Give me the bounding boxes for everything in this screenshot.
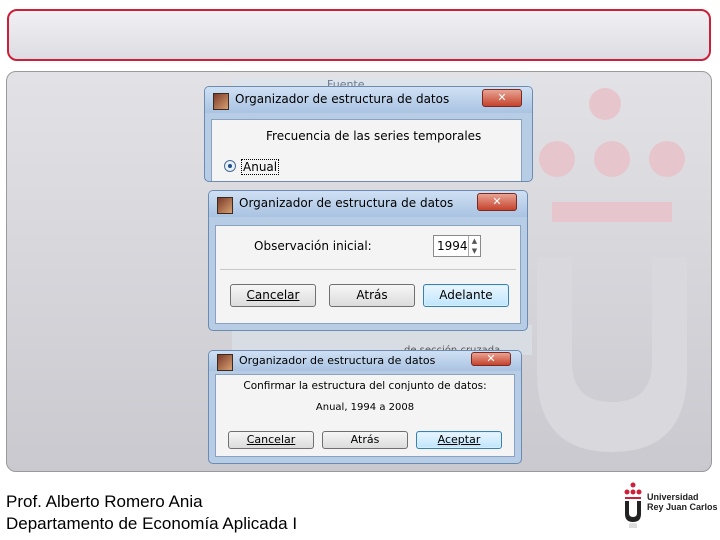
dialog-confirm-structure: Organizador de estructura de datos ✕ Con… [208, 350, 522, 464]
dialog-title: Organizador de estructura de datos [235, 92, 450, 106]
spinner-down-icon[interactable]: ▼ [468, 246, 480, 256]
university-logo-icon [624, 482, 642, 528]
cancel-button[interactable]: Cancelar [230, 284, 316, 307]
dialog-pane: Confirmar la estructura del conjunto de … [215, 374, 515, 457]
university-line2: Rey Juan Carlos [647, 502, 718, 512]
close-icon[interactable]: ✕ [482, 89, 522, 107]
dialog-title: Organizador de estructura de datos [239, 196, 454, 210]
dialog-frequency: Organizador de estructura de datos ✕ Fre… [204, 86, 533, 182]
dialog-pane: Frecuencia de las series temporales Anua… [211, 119, 522, 181]
back-button[interactable]: Atrás [322, 431, 408, 449]
university-line1: Universidad [647, 492, 699, 502]
annual-radio[interactable] [224, 160, 236, 172]
start-observation-value: 1994 [437, 239, 468, 253]
frequency-heading: Frecuencia de las series temporales [266, 129, 482, 143]
start-observation-label: Observación inicial: [254, 239, 372, 253]
cancel-button[interactable]: Cancelar [228, 431, 314, 449]
app-icon [213, 93, 229, 110]
radio-selected-dot [228, 164, 232, 168]
confirm-heading: Confirmar la estructura del conjunto de … [243, 380, 487, 392]
university-name: Universidad Rey Juan Carlos [647, 492, 718, 512]
structure-summary: Anual, 1994 a 2008 [315, 402, 415, 413]
annual-label[interactable]: Anual [241, 159, 280, 175]
dialog-title: Organizador de estructura de datos [239, 354, 436, 367]
close-icon[interactable]: ✕ [471, 352, 511, 366]
start-observation-spinner[interactable]: 1994 ▲ ▼ [433, 235, 481, 257]
spinner-up-icon[interactable]: ▲ [468, 236, 480, 246]
department-name: Departamento de Economía Aplicada I [6, 514, 298, 533]
app-icon [217, 354, 233, 371]
footer-author: Prof. Alberto Romero Ania Departamento d… [6, 491, 297, 535]
close-icon[interactable]: ✕ [477, 193, 517, 211]
title-bar: Organizador de estructura de datos ✕ [209, 191, 527, 217]
title-bar: Organizador de estructura de datos ✕ [205, 87, 532, 113]
dialog-pane: Observación inicial: 1994 ▲ ▼ Cancelar A… [215, 225, 521, 324]
slide-title-box [7, 9, 711, 61]
separator [220, 269, 516, 270]
next-button[interactable]: Adelante [423, 284, 509, 307]
author-name: Prof. Alberto Romero Ania [6, 492, 203, 511]
dialog-start-observation: Organizador de estructura de datos ✕ Obs… [208, 190, 528, 331]
accept-button[interactable]: Aceptar [416, 431, 502, 449]
app-icon [217, 197, 233, 214]
back-button[interactable]: Atrás [329, 284, 415, 307]
title-bar: Organizador de estructura de datos ✕ [209, 351, 521, 371]
